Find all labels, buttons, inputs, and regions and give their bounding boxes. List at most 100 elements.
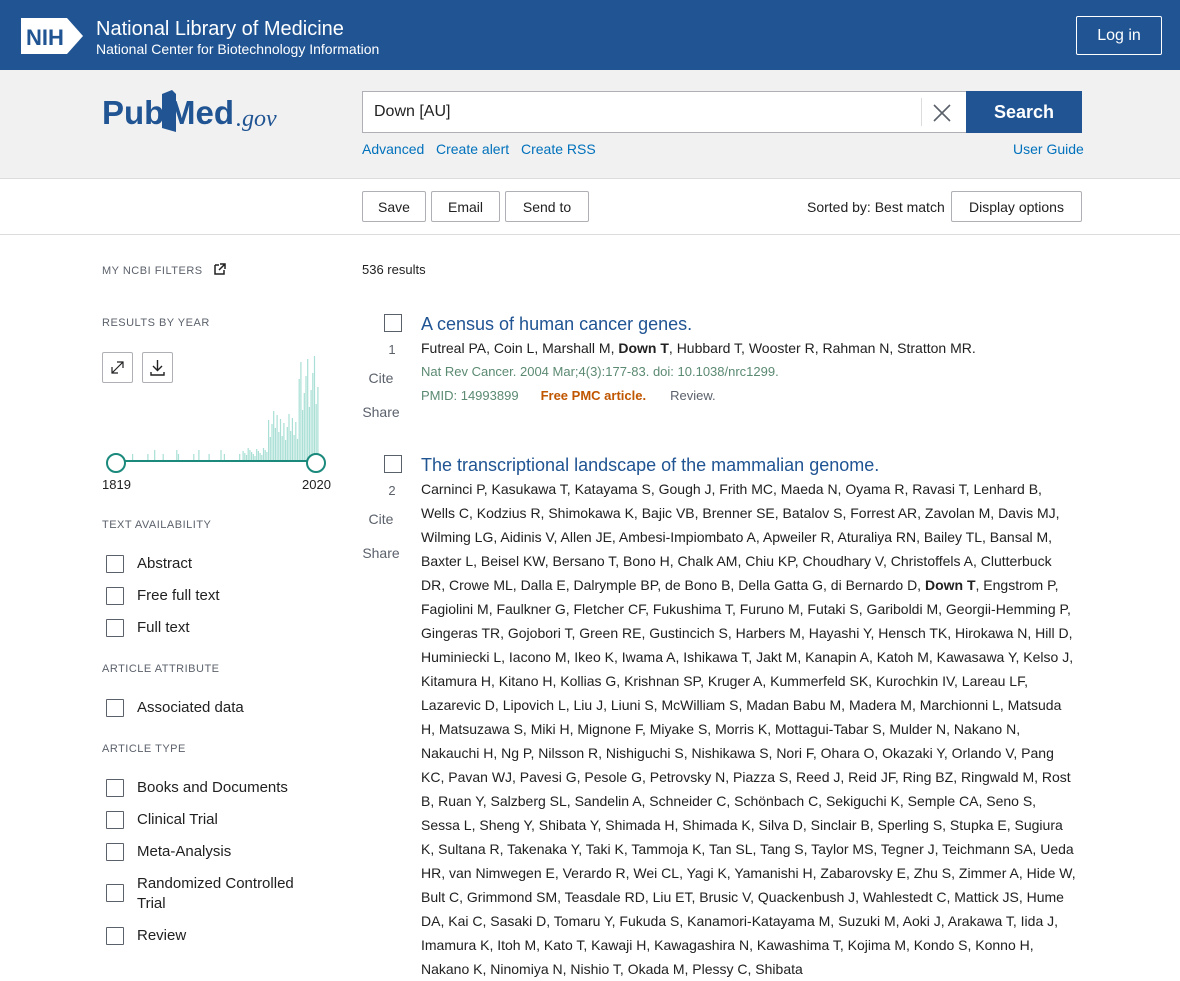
sort-label[interactable]: Sorted by: Best match [807,199,945,215]
filter-clinical-trial[interactable]: Clinical Trial [106,810,218,830]
article-type-heading: ARTICLE TYPE [102,743,186,755]
year-end-label: 2020 [302,477,331,492]
send-to-button[interactable]: Send to [505,191,589,222]
save-button[interactable]: Save [362,191,426,222]
results-count: 536 results [362,262,426,277]
year-bar [278,432,280,460]
free-pmc-badge: Free PMC article. [540,388,647,403]
result-checkbox[interactable] [384,314,402,332]
filter-label: Free full text [137,587,220,604]
email-button[interactable]: Email [431,191,500,222]
filter-review[interactable]: Review [106,926,186,946]
year-bar [273,411,275,460]
filter-label: Associated data [137,699,244,716]
text-availability-heading: TEXT AVAILABILITY [102,519,212,531]
year-bar [271,424,273,460]
filter-randomized-controlled-trial[interactable]: Randomized Controlled Trial [106,874,326,914]
year-range-track [116,460,317,462]
article-attribute-heading: ARTICLE ATTRIBUTE [102,663,220,675]
filter-associated-data[interactable]: Associated data [106,698,244,718]
result-authors: Carninci P, Kasukawa T, Katayama S, Goug… [421,477,1077,981]
result-number: 2 [388,483,396,498]
share-button[interactable]: Share [362,404,400,420]
checkbox[interactable] [106,587,124,605]
year-bar [256,449,258,460]
create-rss-link[interactable]: Create RSS [521,141,596,157]
filter-label: Clinical Trial [137,811,218,828]
result-checkbox[interactable] [384,455,402,473]
year-bar [300,362,302,460]
user-guide-link[interactable]: User Guide [1013,141,1084,157]
result-title-link[interactable]: A census of human cancer genes. [421,314,692,335]
year-bar [307,359,309,460]
results-by-year-chart[interactable] [102,350,332,460]
my-ncbi-filters-heading[interactable]: MY NCBI FILTERS [102,263,226,277]
cite-button[interactable]: Cite [362,370,400,386]
filter-books-and-documents[interactable]: Books and Documents [106,778,288,798]
year-bar [266,452,268,460]
nih-title[interactable]: National Library of Medicine [96,18,344,40]
year-bar [305,376,307,460]
display-options-button[interactable]: Display options [951,191,1082,222]
year-bar [262,448,265,460]
checkbox[interactable] [106,699,124,717]
year-bar [283,423,285,460]
nih-logo-icon[interactable]: NIH [21,18,83,54]
filter-meta-analysis[interactable]: Meta-Analysis [106,842,231,862]
checkbox[interactable] [106,884,124,902]
filter-label: Books and Documents [137,779,288,796]
year-bar [264,450,266,460]
pubmed-logo[interactable]: Pub Med .gov [102,88,292,136]
checkbox[interactable] [106,927,124,945]
filter-label: Abstract [137,555,193,572]
pubmed-logo-pub: Pub [102,94,164,131]
filter-abstract[interactable]: Abstract [106,554,192,574]
search-input[interactable] [374,92,914,132]
year-bar [274,428,276,460]
year-bar [296,439,299,460]
authors-text: Futreal PA, Coin L, Marshall M, [421,340,619,356]
year-bar [276,415,278,460]
year-bar [288,414,290,460]
year-bar [310,390,312,460]
year-histogram-bars [132,356,319,460]
year-bar [244,453,246,460]
my-ncbi-filters-label: MY NCBI FILTERS [102,265,203,277]
nih-subtitle[interactable]: National Center for Biotechnology Inform… [96,41,379,57]
authors-text: , Engstrom P, Fagiolini M, Faulkner G, F… [421,577,1076,977]
checkbox[interactable] [106,843,124,861]
year-bar [279,419,282,460]
external-link-icon[interactable] [214,263,226,275]
result-title-link[interactable]: The transcriptional landscape of the mam… [421,455,879,476]
filter-label: Randomized Controlled Trial [137,875,294,912]
year-end-handle[interactable] [306,453,326,473]
year-bar [317,387,319,460]
matched-author: Down T [924,577,976,593]
pubmed-logo-gov: .gov [236,106,277,132]
result-number: 1 [388,342,396,357]
search-button[interactable]: Search [966,91,1082,133]
checkbox[interactable] [106,555,124,573]
checkbox[interactable] [106,619,124,637]
close-icon[interactable] [931,102,953,124]
checkbox[interactable] [106,811,124,829]
year-bar [198,450,200,460]
login-button[interactable]: Log in [1076,16,1162,55]
advanced-link[interactable]: Advanced [362,141,424,157]
year-bar [308,407,310,460]
year-bar [291,418,293,460]
filter-label: Full text [137,619,190,636]
share-button[interactable]: Share [362,545,400,561]
year-bar [293,435,295,460]
year-bar [249,450,251,460]
nih-logo-text: NIH [26,25,64,50]
filter-full-text[interactable]: Full text [106,618,190,638]
cite-button[interactable]: Cite [362,511,400,527]
filter-free-full-text[interactable]: Free full text [106,586,220,606]
filter-label: Meta-Analysis [137,843,232,860]
checkbox[interactable] [106,779,124,797]
create-alert-link[interactable]: Create alert [436,141,509,157]
year-start-label: 1819 [102,477,131,492]
year-start-handle[interactable] [106,453,126,473]
search-box [362,91,966,133]
